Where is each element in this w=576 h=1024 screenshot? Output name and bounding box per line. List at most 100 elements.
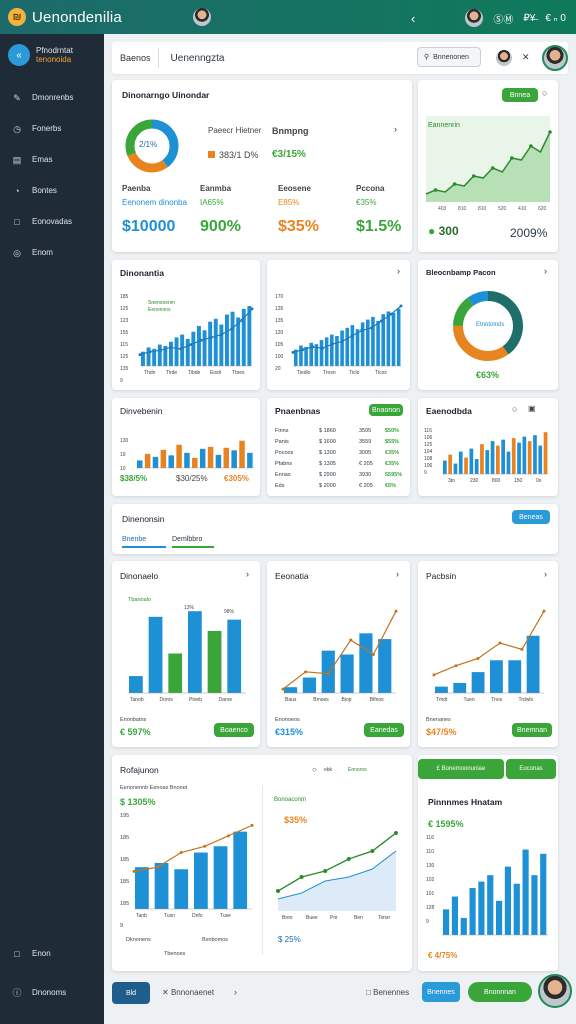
r5-3-legend: € 4/75% — [428, 951, 458, 960]
profile-avatar[interactable] — [465, 9, 484, 27]
r5-3-button-2[interactable]: Eoconas — [506, 759, 556, 779]
section-button[interactable]: Beneas — [512, 510, 550, 524]
sidebar-item-2[interactable]: ▤ Emas — [0, 144, 104, 175]
r4-0-chart-bar — [227, 619, 242, 693]
small-bars-ytick: 130 — [120, 438, 129, 444]
trend-xtick: 620 — [538, 206, 547, 212]
table-card: Pnaenbnas Bnaonon Finns $ 1860 3505 $50% Panis… — [267, 398, 410, 496]
back-icon[interactable]: ‹ — [411, 11, 415, 26]
search-avatar[interactable] — [496, 50, 512, 66]
chevron-right-icon[interactable]: › — [394, 124, 397, 134]
search-button[interactable]: ⚲ Bnnenonen — [417, 47, 481, 67]
kpi-sub-1: IA65% — [200, 198, 224, 207]
small-bars-bar — [199, 448, 206, 468]
sidebar-item-0[interactable]: ✎ Dmonrenbs — [0, 82, 104, 113]
bottom-avatar[interactable] — [538, 974, 572, 1008]
trend-xtick: 810 — [458, 206, 467, 212]
bars-3-bar — [490, 441, 495, 474]
r4-2-chart-bar — [490, 660, 503, 693]
r5-1-xtick: Dnfo — [192, 913, 203, 919]
small-bars-bar — [231, 450, 237, 468]
r5-3-chart-bar — [540, 853, 547, 935]
donut-center: Etnotolnds — [476, 322, 505, 328]
user-avatar[interactable] — [193, 8, 211, 26]
chart-1-bar — [230, 311, 235, 366]
bottom-right-button-1[interactable]: Bnennes — [422, 982, 460, 1002]
r4-2-chart-bar — [435, 686, 448, 693]
r5-1-title: Rofajunon — [120, 765, 159, 775]
small-bars-bar — [215, 454, 222, 468]
table-button[interactable]: Bnaonon — [369, 404, 403, 416]
r5-3-button[interactable]: £ Bonemoonuniae — [418, 759, 504, 779]
bars-3-bar — [453, 463, 458, 474]
tab-2[interactable]: Demlbbro — [172, 536, 214, 548]
r4-2-chart-bar — [453, 683, 467, 693]
r4-0-xtick: Ptonb — [189, 697, 203, 703]
chevron-right-icon[interactable]: › — [544, 569, 547, 579]
small-bars-bar — [137, 460, 143, 468]
sidebar-item-4[interactable]: □ Eonovadas — [0, 206, 104, 237]
r5-1-chart-point — [203, 844, 207, 848]
bars-card-3: Eaenodbda ○ ▣ 116 106 125 104 108 106 9 3to 230 800 1… — [418, 398, 558, 496]
chart-2-xtick: Tiedlo — [297, 370, 311, 376]
trend-point — [529, 144, 533, 148]
r5-1-ctrl-1: ebk — [324, 767, 333, 773]
kpi-value-3: $1.5% — [356, 218, 402, 235]
sidebar-item-3[interactable]: ◔ Bontes — [0, 175, 104, 206]
table-row: Ennas $ 2900 3930 5595% — [275, 472, 403, 482]
chevron-right-icon[interactable]: › — [397, 266, 400, 276]
chart-1-point — [179, 347, 183, 351]
r5-1-chart-bar — [194, 852, 208, 909]
tab-1[interactable]: Bnenbe — [122, 536, 166, 548]
sidebar-item-help[interactable]: □ Enon — [0, 938, 104, 969]
r4-1-button[interactable]: Eanedas — [364, 723, 404, 737]
chart-2-point — [301, 348, 305, 352]
bars-3-bar — [511, 438, 516, 474]
sidebar-item-info[interactable]: ⓘ Dnonoms — [0, 977, 104, 1008]
table-cell: Panis — [275, 439, 289, 445]
r4-1-chart-point — [349, 638, 353, 642]
bottom-right-button-2[interactable]: Bnonnnan — [468, 982, 532, 1002]
chevron-right-icon[interactable]: › — [246, 569, 249, 579]
bottom-button[interactable]: Bld — [112, 982, 150, 1004]
chevron-right-icon[interactable]: › — [544, 266, 547, 276]
r4-0-title: Dinonaelo — [120, 571, 159, 581]
search-input[interactable]: Uenenngzta — [171, 53, 225, 64]
chart-1-point — [240, 318, 244, 322]
r4-2-button[interactable]: Bnemnan — [512, 723, 552, 737]
trend-button[interactable]: Bnnea — [502, 88, 538, 102]
expand-icon[interactable]: ▣ — [528, 404, 536, 413]
trend-xtick: 810 — [478, 206, 487, 212]
section-card: Dinenonsin Beneas Bnenbe Demlbbro — [112, 504, 558, 554]
r4-1-chart-bar — [302, 677, 317, 693]
leaf-icon: ● — [428, 224, 436, 238]
chart-2-xtick: Ticos — [375, 370, 387, 376]
refresh-icon[interactable]: ○ — [512, 404, 517, 414]
search-label: Baenos — [120, 53, 151, 63]
account-avatar[interactable] — [542, 45, 568, 71]
r5-3-ytick: 128 — [426, 905, 435, 911]
chart-2-bar — [319, 340, 324, 366]
close-icon[interactable]: ✕ — [522, 52, 530, 63]
chart-1-bar — [191, 331, 196, 366]
r4-1-chart-point — [394, 609, 398, 613]
sidebar-item-1[interactable]: ◷ Fonerbs — [0, 113, 104, 144]
bars-3-bar — [506, 451, 511, 474]
r5-1-ctrl-icon[interactable]: ○ — [312, 765, 317, 774]
bottom-chevron-icon[interactable]: › — [234, 987, 237, 997]
r4-0-button[interactable]: Boaenco — [214, 723, 254, 737]
table-cell: Ennas — [275, 472, 291, 478]
r4-label-2: 98% — [224, 609, 235, 615]
r5-1-chart-bar — [135, 867, 149, 909]
bars-3-bar — [480, 444, 484, 474]
settings-icon[interactable]: ○ — [542, 88, 547, 98]
sidebar-item-5[interactable]: ◎ Enom — [0, 237, 104, 268]
r5-1-chart-bar — [174, 869, 189, 909]
bars-3-bar — [464, 457, 468, 474]
chevron-right-icon[interactable]: › — [396, 569, 399, 579]
chart-2 — [291, 304, 403, 367]
table-cell: € 205 — [359, 461, 373, 467]
r5-2-xtick: Pnr — [330, 915, 338, 921]
bars-3-bar — [538, 445, 543, 474]
r5-3-chart-bar — [478, 881, 485, 935]
